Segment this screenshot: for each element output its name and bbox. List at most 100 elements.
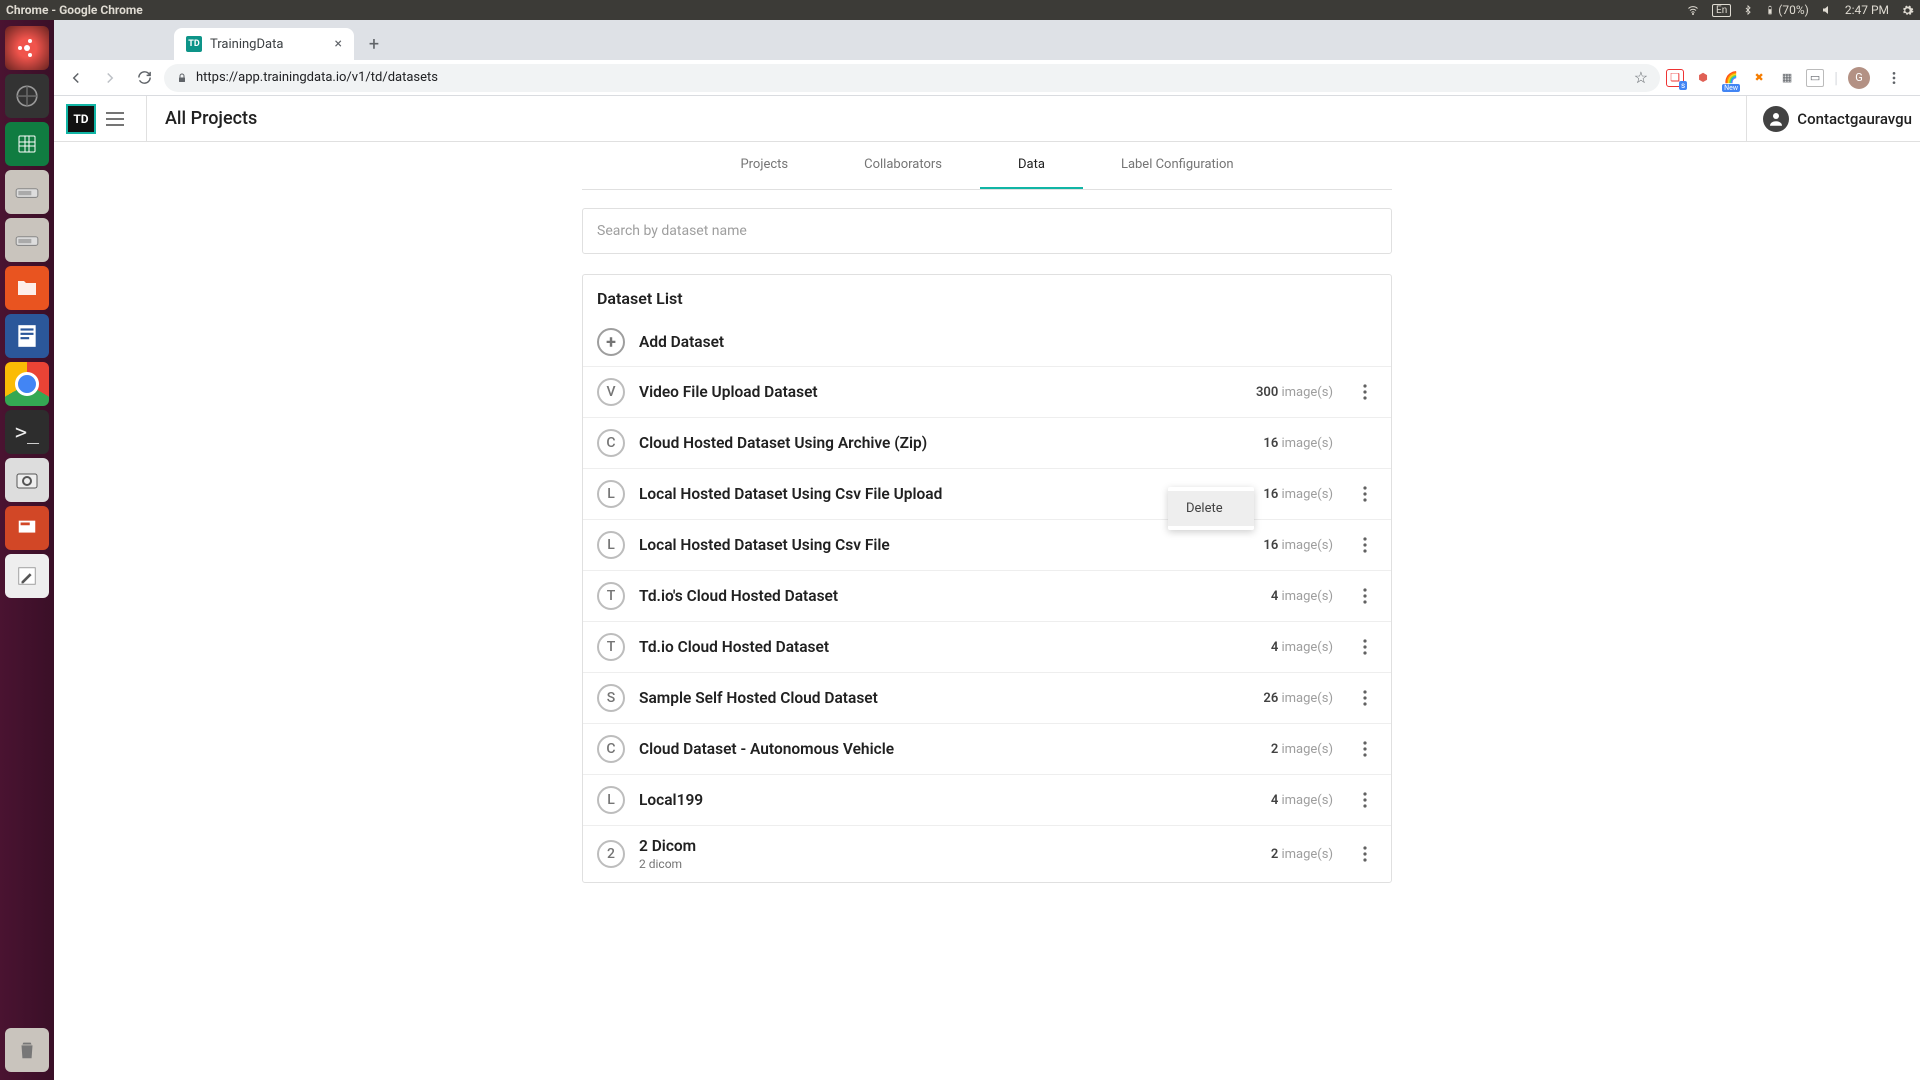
dataset-row[interactable]: LLocal1994 image(s) [583, 774, 1391, 825]
dataset-row-menu-button[interactable] [1353, 737, 1377, 761]
dataset-name: Td.io Cloud Hosted Dataset [639, 638, 1257, 656]
clock[interactable]: 2:47 PM [1845, 3, 1889, 17]
dataset-initial-badge: S [597, 684, 625, 712]
dataset-initial-badge: L [597, 786, 625, 814]
launcher-files-icon[interactable] [5, 266, 49, 310]
nav-forward-button[interactable] [96, 64, 124, 92]
dataset-row[interactable]: 22 Dicom2 dicom2 image(s) [583, 825, 1391, 882]
dataset-row-menu-button[interactable] [1353, 686, 1377, 710]
wifi-icon[interactable] [1686, 4, 1700, 16]
app-logo[interactable]: TD [66, 104, 96, 134]
dataset-initial-badge: T [597, 633, 625, 661]
bookmark-star-icon[interactable]: ☆ [1634, 68, 1648, 87]
dataset-name: Video File Upload Dataset [639, 383, 1242, 401]
launcher-texteditor-icon[interactable] [5, 554, 49, 598]
tab-title: TrainingData [210, 37, 283, 52]
dataset-initial-badge: L [597, 480, 625, 508]
launcher-camera-icon[interactable] [5, 458, 49, 502]
extension-icon-6[interactable]: ▭ [1806, 69, 1824, 87]
dataset-image-count: 16 image(s) [1263, 487, 1333, 502]
bluetooth-icon[interactable] [1743, 4, 1753, 16]
row-context-menu: Delete [1168, 487, 1254, 530]
user-menu[interactable]: Contactgauravgu [1746, 96, 1920, 142]
dataset-row[interactable]: VVideo File Upload Dataset300 image(s) [583, 366, 1391, 417]
extension-icon-5[interactable]: ▦ [1778, 69, 1796, 87]
dataset-row[interactable]: LLocal Hosted Dataset Using Csv File16 i… [583, 519, 1391, 570]
launcher-disk1-icon[interactable] [5, 170, 49, 214]
tab-collaborators[interactable]: Collaborators [826, 142, 980, 189]
launcher-presentation-icon[interactable] [5, 506, 49, 550]
battery-indicator[interactable]: (70%) [1765, 3, 1809, 17]
search-input[interactable] [582, 208, 1392, 254]
dataset-row[interactable]: TTd.io's Cloud Hosted Dataset4 image(s) [583, 570, 1391, 621]
dataset-row-menu-button[interactable] [1353, 533, 1377, 557]
add-dataset-button[interactable]: + Add Dataset [583, 318, 1391, 366]
dataset-list-card: Dataset List + Add Dataset VVideo File U… [582, 274, 1392, 883]
dataset-row-menu-button[interactable] [1353, 788, 1377, 812]
os-window-title: Chrome - Google Chrome [6, 3, 143, 17]
nav-tabs: Projects Collaborators Data Label Config… [582, 142, 1392, 190]
hamburger-menu-button[interactable] [106, 107, 130, 131]
volume-icon[interactable] [1821, 4, 1833, 16]
divider [146, 96, 147, 142]
dataset-initial-badge: C [597, 429, 625, 457]
tab-strip: TD TrainingData × + [54, 20, 1920, 60]
browser-tab-active[interactable]: TD TrainingData × [174, 28, 354, 60]
dataset-row[interactable]: S Sample Self Hosted Cloud Dataset 26 imag… [583, 672, 1391, 723]
launcher-ide-icon[interactable] [5, 74, 49, 118]
dataset-row[interactable]: C Cloud Hosted Dataset Using Archive (Zip… [583, 417, 1391, 468]
launcher-dash-icon[interactable] [5, 26, 49, 70]
dataset-initial-badge: C [597, 735, 625, 763]
dataset-row[interactable]: T Td.io Cloud Hosted Dataset 4 image(s) [583, 621, 1391, 672]
new-tab-button[interactable]: + [360, 30, 388, 58]
launcher-trash-icon[interactable] [5, 1028, 49, 1072]
context-menu-delete[interactable]: Delete [1168, 491, 1254, 526]
tab-label-configuration[interactable]: Label Configuration [1083, 142, 1272, 189]
page-title: All Projects [165, 108, 257, 129]
keyboard-lang-indicator[interactable]: En [1712, 4, 1731, 17]
dataset-row-menu-button[interactable] [1353, 482, 1377, 506]
ubuntu-launcher: >_ [0, 20, 54, 1080]
dataset-image-count: 2 image(s) [1271, 742, 1333, 757]
dataset-row[interactable]: LLocal Hosted Dataset Using Csv File Upl… [583, 468, 1391, 519]
launcher-document-icon[interactable] [5, 314, 49, 358]
dataset-image-count: 16 image(s) [1263, 436, 1333, 451]
tab-close-icon[interactable]: × [335, 36, 342, 52]
dataset-row[interactable]: CCloud Dataset - Autonomous Vehicle2 ima… [583, 723, 1391, 774]
extension-icon-4[interactable]: ✖ [1750, 69, 1768, 87]
dataset-image-count: 4 image(s) [1271, 589, 1333, 604]
dataset-name: 2 Dicom [639, 837, 1257, 855]
profile-avatar[interactable]: G [1848, 67, 1870, 89]
nav-reload-button[interactable] [130, 64, 158, 92]
dataset-image-count: 4 image(s) [1271, 640, 1333, 655]
dataset-name: Sample Self Hosted Cloud Dataset [639, 689, 1249, 707]
launcher-chrome-icon[interactable] [5, 362, 49, 406]
extension-icon-3[interactable]: 🌈New [1722, 69, 1740, 87]
os-menubar: Chrome - Google Chrome En (70%) 2:47 PM [0, 0, 1920, 20]
launcher-terminal-icon[interactable]: >_ [5, 410, 49, 454]
launcher-spreadsheet-icon[interactable] [5, 122, 49, 166]
chrome-menu-button[interactable] [1880, 64, 1908, 92]
tab-data[interactable]: Data [980, 142, 1083, 189]
dataset-image-count: 16 image(s) [1263, 538, 1333, 553]
address-bar[interactable]: https://app.trainingdata.io/v1/td/datase… [164, 64, 1660, 92]
toolbar-extensions: ❏s ⬢ 🌈New ✖ ▦ ▭ | G [1666, 64, 1912, 92]
launcher-disk2-icon[interactable] [5, 218, 49, 262]
app-header: TD All Projects Contactgauravgu [54, 96, 1920, 142]
extension-icon-2[interactable]: ⬢ [1694, 69, 1712, 87]
dataset-image-count: 4 image(s) [1271, 793, 1333, 808]
tab-projects[interactable]: Projects [702, 142, 826, 189]
dataset-row-menu-button[interactable] [1353, 842, 1377, 866]
extension-icon-1[interactable]: ❏s [1666, 69, 1684, 87]
list-title: Dataset List [583, 289, 1391, 318]
nav-back-button[interactable] [62, 64, 90, 92]
dataset-row-menu-button[interactable] [1353, 635, 1377, 659]
chrome-window: × – □ TD TrainingData × + https://app.tr… [54, 20, 1920, 1080]
dataset-initial-badge: L [597, 531, 625, 559]
dataset-image-count: 26 image(s) [1263, 691, 1333, 706]
gear-icon[interactable] [1901, 4, 1914, 17]
dataset-name: Cloud Hosted Dataset Using Archive (Zip) [639, 434, 1249, 452]
dataset-image-count: 2 image(s) [1271, 847, 1333, 862]
dataset-row-menu-button[interactable] [1353, 380, 1377, 404]
dataset-row-menu-button[interactable] [1353, 584, 1377, 608]
